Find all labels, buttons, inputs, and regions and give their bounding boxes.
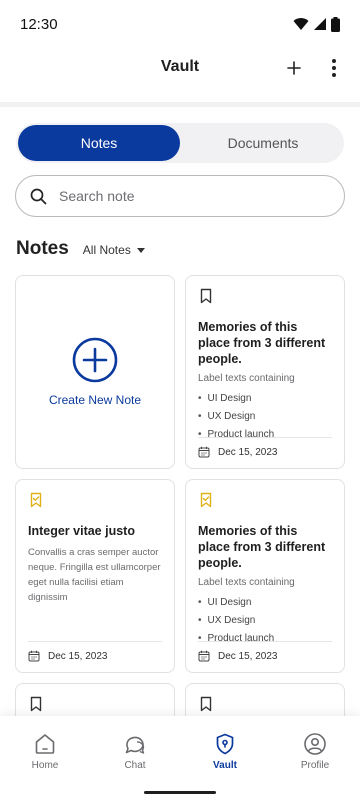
tab-notes[interactable]: Notes xyxy=(18,125,180,161)
more-options-button[interactable] xyxy=(322,56,346,80)
nav-item-chat[interactable]: Chat xyxy=(90,716,180,800)
header-divider xyxy=(0,102,360,107)
filter-label: All Notes xyxy=(82,243,131,257)
plus-icon xyxy=(287,61,301,75)
note-subtitle: Label texts containing xyxy=(198,577,295,588)
search-input[interactable] xyxy=(59,188,330,204)
search-icon xyxy=(30,188,47,204)
vault-shield-icon xyxy=(216,733,234,755)
more-vertical-icon xyxy=(332,59,336,77)
calendar-icon xyxy=(198,650,210,662)
notes-filter-dropdown[interactable]: All Notes xyxy=(83,243,145,257)
bookmark-checked-icon[interactable] xyxy=(198,492,214,508)
note-label-list: UI Design UX Design Product launch xyxy=(198,594,332,648)
notes-documents-tabs: Notes Documents xyxy=(16,123,344,163)
app-bar: Vault xyxy=(0,48,360,88)
note-label-list: UI Design UX Design Product launch xyxy=(198,390,332,444)
search-bar xyxy=(15,175,345,217)
bottom-navigation: Home Chat Vault Profile xyxy=(0,716,360,800)
home-indicator xyxy=(144,791,216,794)
nav-item-profile[interactable]: Profile xyxy=(270,716,360,800)
note-card[interactable]: Memories of this place from 3 different … xyxy=(185,275,345,469)
note-footer: Dec 15, 2023 xyxy=(198,437,332,458)
status-time: 12:30 xyxy=(20,15,58,33)
profile-icon xyxy=(304,733,326,755)
signal-icon xyxy=(314,18,326,30)
notes-section-header: Notes All Notes xyxy=(16,238,145,260)
calendar-icon xyxy=(28,650,40,662)
bookmark-icon[interactable] xyxy=(28,696,44,712)
status-bar: 12:30 xyxy=(0,0,360,48)
nav-label: Chat xyxy=(124,760,146,771)
note-date: Dec 15, 2023 xyxy=(218,446,278,458)
notes-grid: Create New Note Memories of this place f… xyxy=(15,275,345,723)
calendar-icon xyxy=(198,446,210,458)
note-card[interactable]: Memories of this place from 3 different … xyxy=(185,479,345,673)
nav-label: Profile xyxy=(300,760,330,771)
note-footer: Dec 15, 2023 xyxy=(198,641,332,662)
note-title: Memories of this place from 3 different … xyxy=(198,524,326,570)
note-date: Dec 15, 2023 xyxy=(48,650,108,662)
add-button[interactable] xyxy=(282,56,306,80)
nav-item-home[interactable]: Home xyxy=(0,716,90,800)
bookmark-icon[interactable] xyxy=(198,696,214,712)
nav-label: Home xyxy=(31,760,59,771)
tab-documents[interactable]: Documents xyxy=(182,123,344,163)
nav-label: Vault xyxy=(213,760,237,771)
caret-down-icon xyxy=(136,247,145,253)
list-item: UI Design xyxy=(198,390,332,408)
status-icons xyxy=(293,16,340,32)
battery-icon xyxy=(331,16,340,32)
add-circle-icon xyxy=(72,337,118,383)
note-title: Memories of this place from 3 different … xyxy=(198,320,326,366)
list-item: UI Design xyxy=(198,594,332,612)
section-title: Notes xyxy=(16,238,69,259)
nav-item-vault[interactable]: Vault xyxy=(180,716,270,800)
create-new-note-card[interactable]: Create New Note xyxy=(15,275,175,469)
list-item: UX Design xyxy=(198,612,332,630)
list-item: UX Design xyxy=(198,408,332,426)
note-card[interactable]: Integer vitae justo Convallis a cras sem… xyxy=(15,479,175,673)
wifi-icon xyxy=(293,18,309,30)
home-icon xyxy=(35,734,55,754)
app-actions xyxy=(282,56,346,80)
note-date: Dec 15, 2023 xyxy=(218,650,278,662)
create-new-note-label: Create New Note xyxy=(48,393,142,407)
bookmark-icon[interactable] xyxy=(198,288,214,304)
note-footer: Dec 15, 2023 xyxy=(28,641,162,662)
note-body: Convallis a cras semper auctor neque. Fr… xyxy=(28,547,161,603)
note-subtitle: Label texts containing xyxy=(198,373,295,384)
bookmark-checked-icon[interactable] xyxy=(28,492,44,508)
note-title: Integer vitae justo xyxy=(28,524,135,538)
chat-icon xyxy=(125,736,145,754)
